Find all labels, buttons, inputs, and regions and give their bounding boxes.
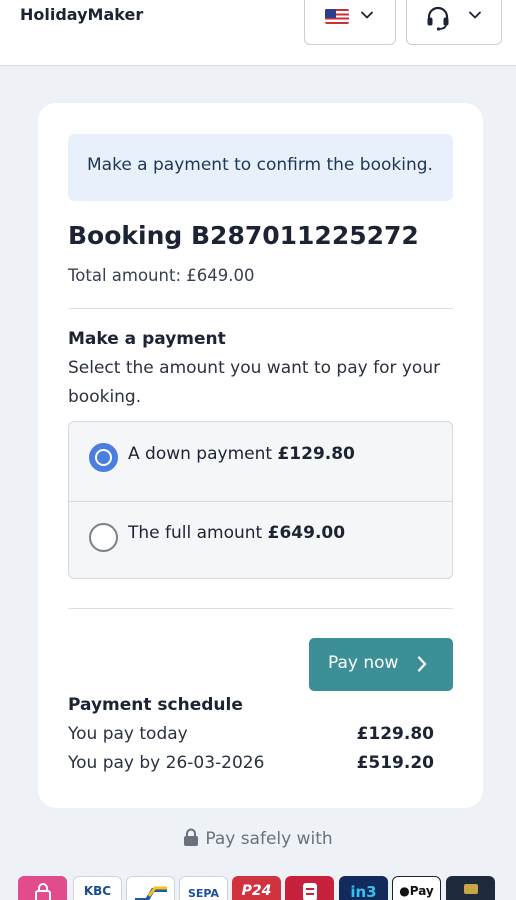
pay-now-button[interactable]: Pay now — [309, 638, 453, 691]
option-amount: £129.80 — [277, 444, 355, 464]
option-label: The full amount £649.00 — [128, 523, 346, 543]
pay-safely-banner: Pay safely with — [0, 828, 516, 849]
radio-selected[interactable] — [89, 443, 118, 472]
payment-description: Select the amount you want to pay for yo… — [68, 358, 441, 407]
headset-icon — [427, 6, 449, 31]
bancontact-logo — [126, 876, 175, 900]
chevron-down-icon — [469, 11, 481, 19]
booking-title: Booking B287011225272 — [68, 221, 419, 250]
payment-methods: KBC SEPA P24 in3 ●Pay — [18, 876, 498, 900]
schedule-label: You pay by 26-03-2026 — [68, 753, 265, 773]
chevron-right-icon — [417, 656, 427, 672]
payment-options: A down payment £129.80 The full amount £… — [68, 421, 453, 579]
divider — [68, 308, 453, 309]
in3-logo: in3 — [339, 876, 388, 900]
sepa-logo: SEPA — [179, 876, 228, 900]
radio-unselected[interactable] — [89, 523, 118, 552]
lock-bag-icon — [34, 883, 51, 900]
brand-logo[interactable]: HolidayMaker — [20, 5, 143, 24]
divider — [68, 608, 453, 609]
schedule-row: You pay by 26-03-2026 £519.20 — [68, 753, 434, 773]
card-logo — [446, 876, 495, 900]
pay-now-label: Pay now — [328, 653, 399, 673]
schedule-value: £519.20 — [356, 753, 434, 773]
p24-logo: P24 — [232, 876, 281, 900]
schedule-row: You pay today £129.80 — [68, 724, 434, 744]
option-amount: £649.00 — [267, 523, 346, 543]
apple-icon: ● — [399, 884, 410, 898]
apple-pay-logo: ●Pay — [392, 876, 441, 900]
us-flag-icon — [325, 9, 349, 24]
booking-notice: Make a payment to confirm the booking. — [68, 134, 453, 201]
total-amount: Total amount: £649.00 — [68, 266, 255, 285]
option-down-payment[interactable]: A down payment £129.80 — [69, 422, 452, 501]
support-menu-button[interactable] — [406, 0, 502, 45]
schedule-label: You pay today — [68, 724, 188, 744]
payment-card: Make a payment to confirm the booking. B… — [38, 103, 483, 808]
kbc-logo: KBC — [73, 876, 122, 900]
card-icon — [463, 884, 478, 894]
bancontact-icon — [134, 886, 167, 900]
pay-safely-text: Pay safely with — [205, 829, 333, 849]
chevron-down-icon — [361, 11, 373, 19]
schedule-value: £129.80 — [356, 724, 434, 744]
option-label: A down payment £129.80 — [128, 444, 355, 464]
belfius-logo — [285, 876, 334, 900]
klarna-logo — [18, 876, 67, 900]
lock-icon — [184, 828, 199, 846]
schedule-heading: Payment schedule — [68, 695, 243, 715]
belfius-icon — [302, 883, 317, 900]
language-selector[interactable] — [304, 0, 396, 45]
payment-heading: Make a payment — [68, 329, 226, 349]
option-full-amount[interactable]: The full amount £649.00 — [69, 501, 452, 578]
top-bar: HolidayMaker — [0, 0, 516, 66]
